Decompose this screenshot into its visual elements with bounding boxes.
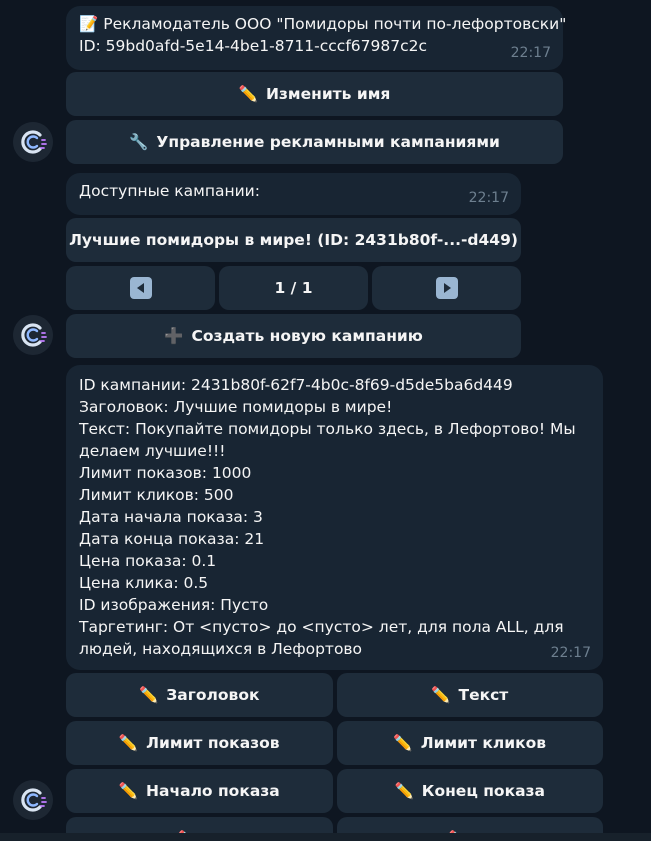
edit-end-label: Конец показа: [421, 782, 546, 800]
prev-page-button[interactable]: [66, 266, 215, 310]
pencil-icon: ✏️: [238, 85, 258, 103]
impressions-limit-line: Лимит показов: 1000: [79, 464, 252, 482]
pencil-icon: ✏️: [394, 782, 414, 800]
edit-clicks-limit-label: Лимит кликов: [420, 734, 547, 752]
bot-logo-icon: [13, 315, 53, 355]
edit-clicks-limit-button[interactable]: ✏️ Лимит кликов: [336, 721, 603, 765]
edit-start-label: Начало показа: [146, 782, 280, 800]
edit-impressions-limit-button[interactable]: ✏️ Лимит показов: [66, 721, 333, 765]
manage-campaigns-label: Управление рекламными кампаниями: [156, 133, 500, 151]
bot-logo-icon: [13, 780, 53, 820]
targeting-line: Таргетинг: От <пусто> до <пусто> лет, дл…: [79, 618, 569, 658]
right-arrow-icon: [435, 277, 458, 299]
campaign-button-label: Лучшие помидоры в мире! (ID: 2431b80f-..…: [69, 231, 518, 249]
edit-title-button[interactable]: ✏️ Заголовок: [66, 673, 333, 717]
edit-end-button[interactable]: ✏️ Конец показа: [336, 769, 603, 813]
edit-start-button[interactable]: ✏️ Начало показа: [66, 769, 333, 813]
bot-logo-icon: [13, 122, 53, 162]
impression-price-line: Цена показа: 0.1: [79, 552, 217, 570]
advertiser-keyboard: ✏️ Изменить имя 🔧 Управление рекламными …: [66, 72, 563, 164]
end-date-line: Дата конца показа: 21: [79, 530, 265, 548]
campaign-id-line: ID кампании: 2431b80f-62f7-4b0c-8f69-d5d…: [79, 376, 513, 394]
pencil-icon: ✏️: [118, 782, 139, 800]
left-arrow-icon: [129, 277, 152, 299]
campaigns-list-title: Доступные кампании:: [79, 182, 260, 200]
advertiser-id: ID: 59bd0afd-5e14-4be1-8711-cccf67987c2c: [79, 37, 427, 55]
edit-text-button[interactable]: ✏️ Текст: [336, 673, 603, 717]
campaign-edit-keyboard: ✏️ Заголовок ✏️ Текст ✏️ Лимит показов ✏…: [66, 673, 603, 841]
page-indicator-button[interactable]: 1 / 1: [219, 266, 368, 310]
campaign-details-message: ID кампании: 2431b80f-62f7-4b0c-8f69-d5d…: [66, 365, 603, 670]
scroll-bottom-edge: [0, 833, 651, 841]
advertiser-info-message: 📝 Рекламодатель ООО "Помидоры почти по-л…: [66, 6, 567, 70]
chat-view: 📝 Рекламодатель ООО "Помидоры почти по-л…: [0, 0, 651, 841]
edit-impressions-limit-label: Лимит показов: [146, 734, 280, 752]
edit-title-label: Заголовок: [166, 686, 260, 704]
manage-campaigns-button[interactable]: 🔧 Управление рекламными кампаниями: [66, 120, 563, 164]
edit-text-label: Текст: [458, 686, 509, 704]
pencil-icon: ✏️: [393, 734, 413, 752]
pencil-icon: ✏️: [431, 686, 451, 704]
campaign-text-line: Текст: Покупайте помидоры только здесь, …: [79, 420, 581, 460]
next-page-button[interactable]: [372, 266, 521, 310]
image-id-line: ID изображения: Пусто: [79, 596, 269, 614]
pencil-icon: ✏️: [118, 734, 139, 752]
bot-avatar[interactable]: [13, 780, 53, 820]
bot-avatar[interactable]: [13, 315, 53, 355]
bot-avatar[interactable]: [13, 122, 53, 162]
plus-icon: ➕: [164, 327, 184, 345]
create-campaign-label: Создать новую кампанию: [191, 327, 423, 345]
message-time: 22:17: [550, 645, 591, 661]
create-campaign-button[interactable]: ➕ Создать новую кампанию: [66, 314, 521, 358]
wrench-icon: 🔧: [129, 133, 149, 151]
message-time: 22:17: [468, 190, 509, 206]
change-name-button[interactable]: ✏️ Изменить имя: [66, 72, 563, 116]
clicks-limit-line: Лимит кликов: 500: [79, 486, 234, 504]
pencil-icon: ✏️: [138, 686, 159, 704]
page-indicator: 1 / 1: [274, 279, 313, 297]
campaigns-keyboard: Лучшие помидоры в мире! (ID: 2431b80f-..…: [66, 218, 521, 358]
message-time: 22:17: [510, 45, 551, 61]
change-name-label: Изменить имя: [265, 85, 391, 103]
campaign-button[interactable]: Лучшие помидоры в мире! (ID: 2431b80f-..…: [66, 218, 521, 262]
start-date-line: Дата начала показа: 3: [79, 508, 263, 526]
click-price-line: Цена клика: 0.5: [79, 574, 209, 592]
advertiser-name: 📝 Рекламодатель ООО "Помидоры почти по-л…: [79, 15, 567, 33]
campaign-title-line: Заголовок: Лучшие помидоры в мире!: [79, 398, 393, 416]
campaigns-list-message: Доступные кампании: 22:17: [66, 173, 521, 215]
